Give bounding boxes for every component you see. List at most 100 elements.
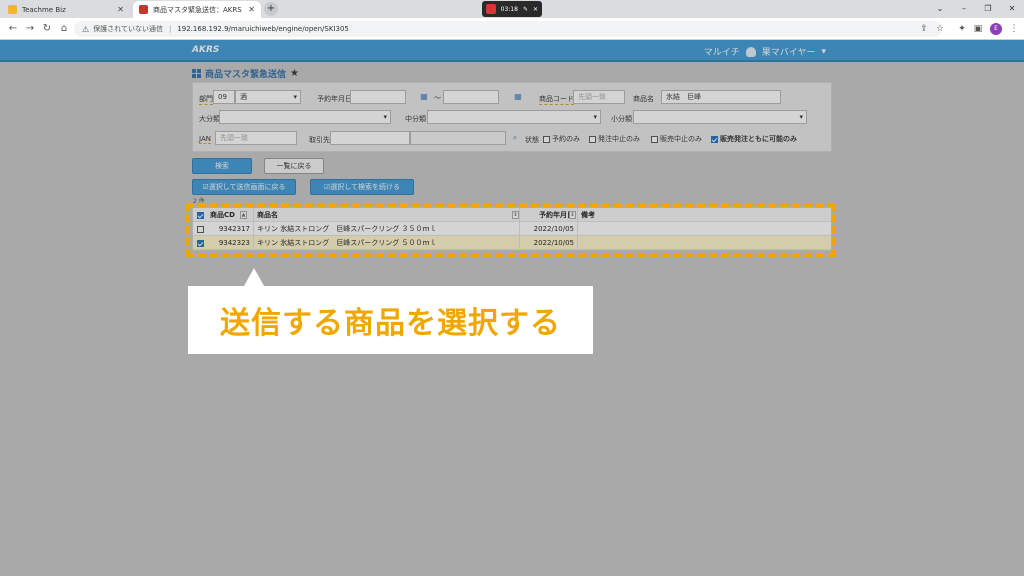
calendar-icon[interactable]: ▦ xyxy=(513,92,523,102)
category-large-label: 大分類 xyxy=(199,115,220,123)
home-icon[interactable]: ⌂ xyxy=(57,22,71,36)
checkbox[interactable] xyxy=(543,135,550,143)
browser-tab-bar: Teachme Biz ✕ 商品マスタ緊急送信：AKRS ✕ + 03:18 ✎… xyxy=(0,0,1024,18)
search-button[interactable]: 検索 xyxy=(192,158,252,174)
close-icon[interactable]: ✕ xyxy=(248,5,255,14)
calendar-icon[interactable]: ▦ xyxy=(419,92,429,102)
supplier-label: 取引先 xyxy=(309,136,330,144)
product-name-label: 商品名 xyxy=(633,95,654,103)
category-large-select[interactable]: ▾ xyxy=(219,110,391,124)
restore-icon[interactable]: ❐ xyxy=(976,0,1000,18)
product-name-cell: キリン 氷結ストロング 巨峰スパークリング ５００ｍｌ xyxy=(253,236,519,250)
sort-icon[interactable]: ⇕ xyxy=(512,211,519,219)
dropdown-arrow-icon: ▾ xyxy=(593,113,597,121)
table-row[interactable]: 9342323 キリン 氷結ストロング 巨峰スパークリング ５００ｍｌ 2022… xyxy=(193,236,831,250)
row-checkbox-checked[interactable] xyxy=(196,239,204,247)
url-text: 192.168.192.9/maruichiweb/engine/open/SK… xyxy=(177,25,349,33)
category-small-select[interactable]: ▾ xyxy=(633,110,807,124)
page-title: 商品マスタ緊急送信 ★ xyxy=(192,67,299,80)
back-to-list-button[interactable]: 一覧に戻る xyxy=(264,158,324,174)
dept-select[interactable]: 酒 ▾ xyxy=(235,90,301,104)
tab-title: Teachme Biz xyxy=(22,5,66,14)
sidebar-icon[interactable]: ▣ xyxy=(972,23,984,35)
app-logo: AKRS xyxy=(192,45,220,55)
close-icon[interactable]: ✕ xyxy=(533,6,538,13)
menu-kebab-icon[interactable]: ⋮ xyxy=(1008,23,1020,35)
tab-title: 商品マスタ緊急送信：AKRS xyxy=(153,5,242,14)
column-header-name[interactable]: 商品名 xyxy=(253,208,519,222)
date-to-input[interactable] xyxy=(443,90,499,104)
security-status: 保護されていない通信 xyxy=(93,25,163,33)
record-stop-icon[interactable] xyxy=(486,4,496,14)
status-sales-stopped-only[interactable]: 販売中止のみ xyxy=(651,134,702,144)
warning-icon: ⚠ xyxy=(82,24,90,34)
back-icon[interactable]: ← xyxy=(6,22,20,36)
select-and-send-button[interactable]: ☑選択して送信画面に戻る xyxy=(192,179,296,195)
akrs-favicon-icon xyxy=(139,5,148,14)
reserve-date-cell: 2022/10/05 xyxy=(519,236,577,250)
instruction-callout: 送信する商品を選択する xyxy=(188,286,593,354)
favorite-star-icon[interactable]: ★ xyxy=(290,68,299,79)
window-controls: ⌄ – ❐ ✕ xyxy=(928,0,1024,18)
checkbox[interactable] xyxy=(651,135,658,143)
supplier-name-display xyxy=(410,131,506,145)
category-middle-select[interactable]: ▾ xyxy=(427,110,601,124)
new-tab-button[interactable]: + xyxy=(264,2,278,16)
close-icon[interactable]: ✕ xyxy=(117,5,124,14)
chevron-down-icon: ▾ xyxy=(821,46,826,57)
column-header-note: 備考 xyxy=(577,208,833,222)
tab-akrs[interactable]: 商品マスタ緊急送信：AKRS ✕ xyxy=(133,1,261,18)
table-row[interactable]: 9342317 キリン 氷結ストロング 巨峰スパークリング ３５０ｍｌ 2022… xyxy=(193,222,831,236)
extensions-icon[interactable]: ✦ xyxy=(956,23,968,35)
category-small-label: 小分類 xyxy=(611,115,632,123)
grid-icon xyxy=(192,69,201,78)
dropdown-arrow-icon: ▾ xyxy=(383,113,387,121)
url-field[interactable]: ⚠ 保護されていない通信 | 192.168.192.9/maruichiweb… xyxy=(74,21,942,37)
select-and-continue-button[interactable]: ☑選択して検索を続ける xyxy=(310,179,414,195)
sort-icon[interactable]: ▲ xyxy=(240,211,247,219)
dept-code-input[interactable]: 09 xyxy=(213,90,235,104)
dropdown-arrow-icon: ▾ xyxy=(799,113,803,121)
profile-avatar[interactable]: E xyxy=(990,23,1002,35)
callout-text: 送信する商品を選択する xyxy=(220,306,561,341)
status-label: 状態 xyxy=(525,136,539,144)
date-label: 予約年月日 xyxy=(317,95,352,103)
forward-icon[interactable]: → xyxy=(23,22,37,36)
search-panel: 部門 09 酒 ▾ 予約年月日 ▦ ～ ▦ 商品コード 先頭一致 商品名 氷結 … xyxy=(192,82,832,152)
supplier-code-input[interactable] xyxy=(330,131,410,145)
callout-pointer xyxy=(244,268,264,286)
jan-input[interactable]: 先頭一致 xyxy=(215,131,297,145)
bookmark-star-icon[interactable]: ☆ xyxy=(934,23,946,35)
product-code-cell: 9342317 xyxy=(218,225,250,233)
product-name-cell: キリン 氷結ストロング 巨峰スパークリング ３５０ｍｌ xyxy=(253,222,519,236)
checkbox[interactable] xyxy=(589,135,596,143)
recorder-time: 03:18 xyxy=(500,5,518,13)
app-header: AKRS マルイチ 果マバイヤー ▾ xyxy=(0,40,1024,62)
note-cell xyxy=(577,222,833,236)
tab-teachme-biz[interactable]: Teachme Biz ✕ xyxy=(2,1,130,18)
minimize-icon[interactable]: – xyxy=(952,0,976,18)
dept-label: 部門 xyxy=(199,95,213,105)
status-reserved-only[interactable]: 予約のみ xyxy=(543,134,580,144)
product-code-input[interactable]: 先頭一致 xyxy=(573,90,625,104)
date-from-input[interactable] xyxy=(350,90,406,104)
chevron-down-icon[interactable]: ⌄ xyxy=(928,0,952,18)
select-all-cell[interactable] xyxy=(193,208,207,222)
user-menu[interactable]: マルイチ 果マバイヤー ▾ xyxy=(704,45,826,58)
search-icon[interactable]: ⌕ xyxy=(510,133,520,143)
edit-icon[interactable]: ✎ xyxy=(523,6,528,13)
checkbox-checked[interactable] xyxy=(711,135,718,143)
reload-icon[interactable]: ↻ xyxy=(40,22,54,36)
row-checkbox[interactable] xyxy=(196,225,204,233)
share-icon[interactable]: ⇪ xyxy=(918,23,930,35)
results-table: 商品CD ▲ 商品名 ⇕ 予約年月日 ⇕ 備考 9342317 キリン 氷結スト… xyxy=(192,207,832,251)
status-order-stopped-only[interactable]: 発注中止のみ xyxy=(589,134,640,144)
teachme-favicon-icon xyxy=(8,5,17,14)
select-all-checkbox[interactable] xyxy=(196,211,204,219)
product-code-cell: 9342323 xyxy=(218,239,250,247)
product-name-input[interactable]: 氷結 巨峰 xyxy=(661,90,781,104)
sort-icon[interactable]: ⇕ xyxy=(569,211,576,219)
close-window-icon[interactable]: ✕ xyxy=(1000,0,1024,18)
screen-recorder: 03:18 ✎ ✕ xyxy=(482,1,542,17)
status-sellable-orderable-only[interactable]: 販売発注ともに可能のみ xyxy=(711,134,797,144)
